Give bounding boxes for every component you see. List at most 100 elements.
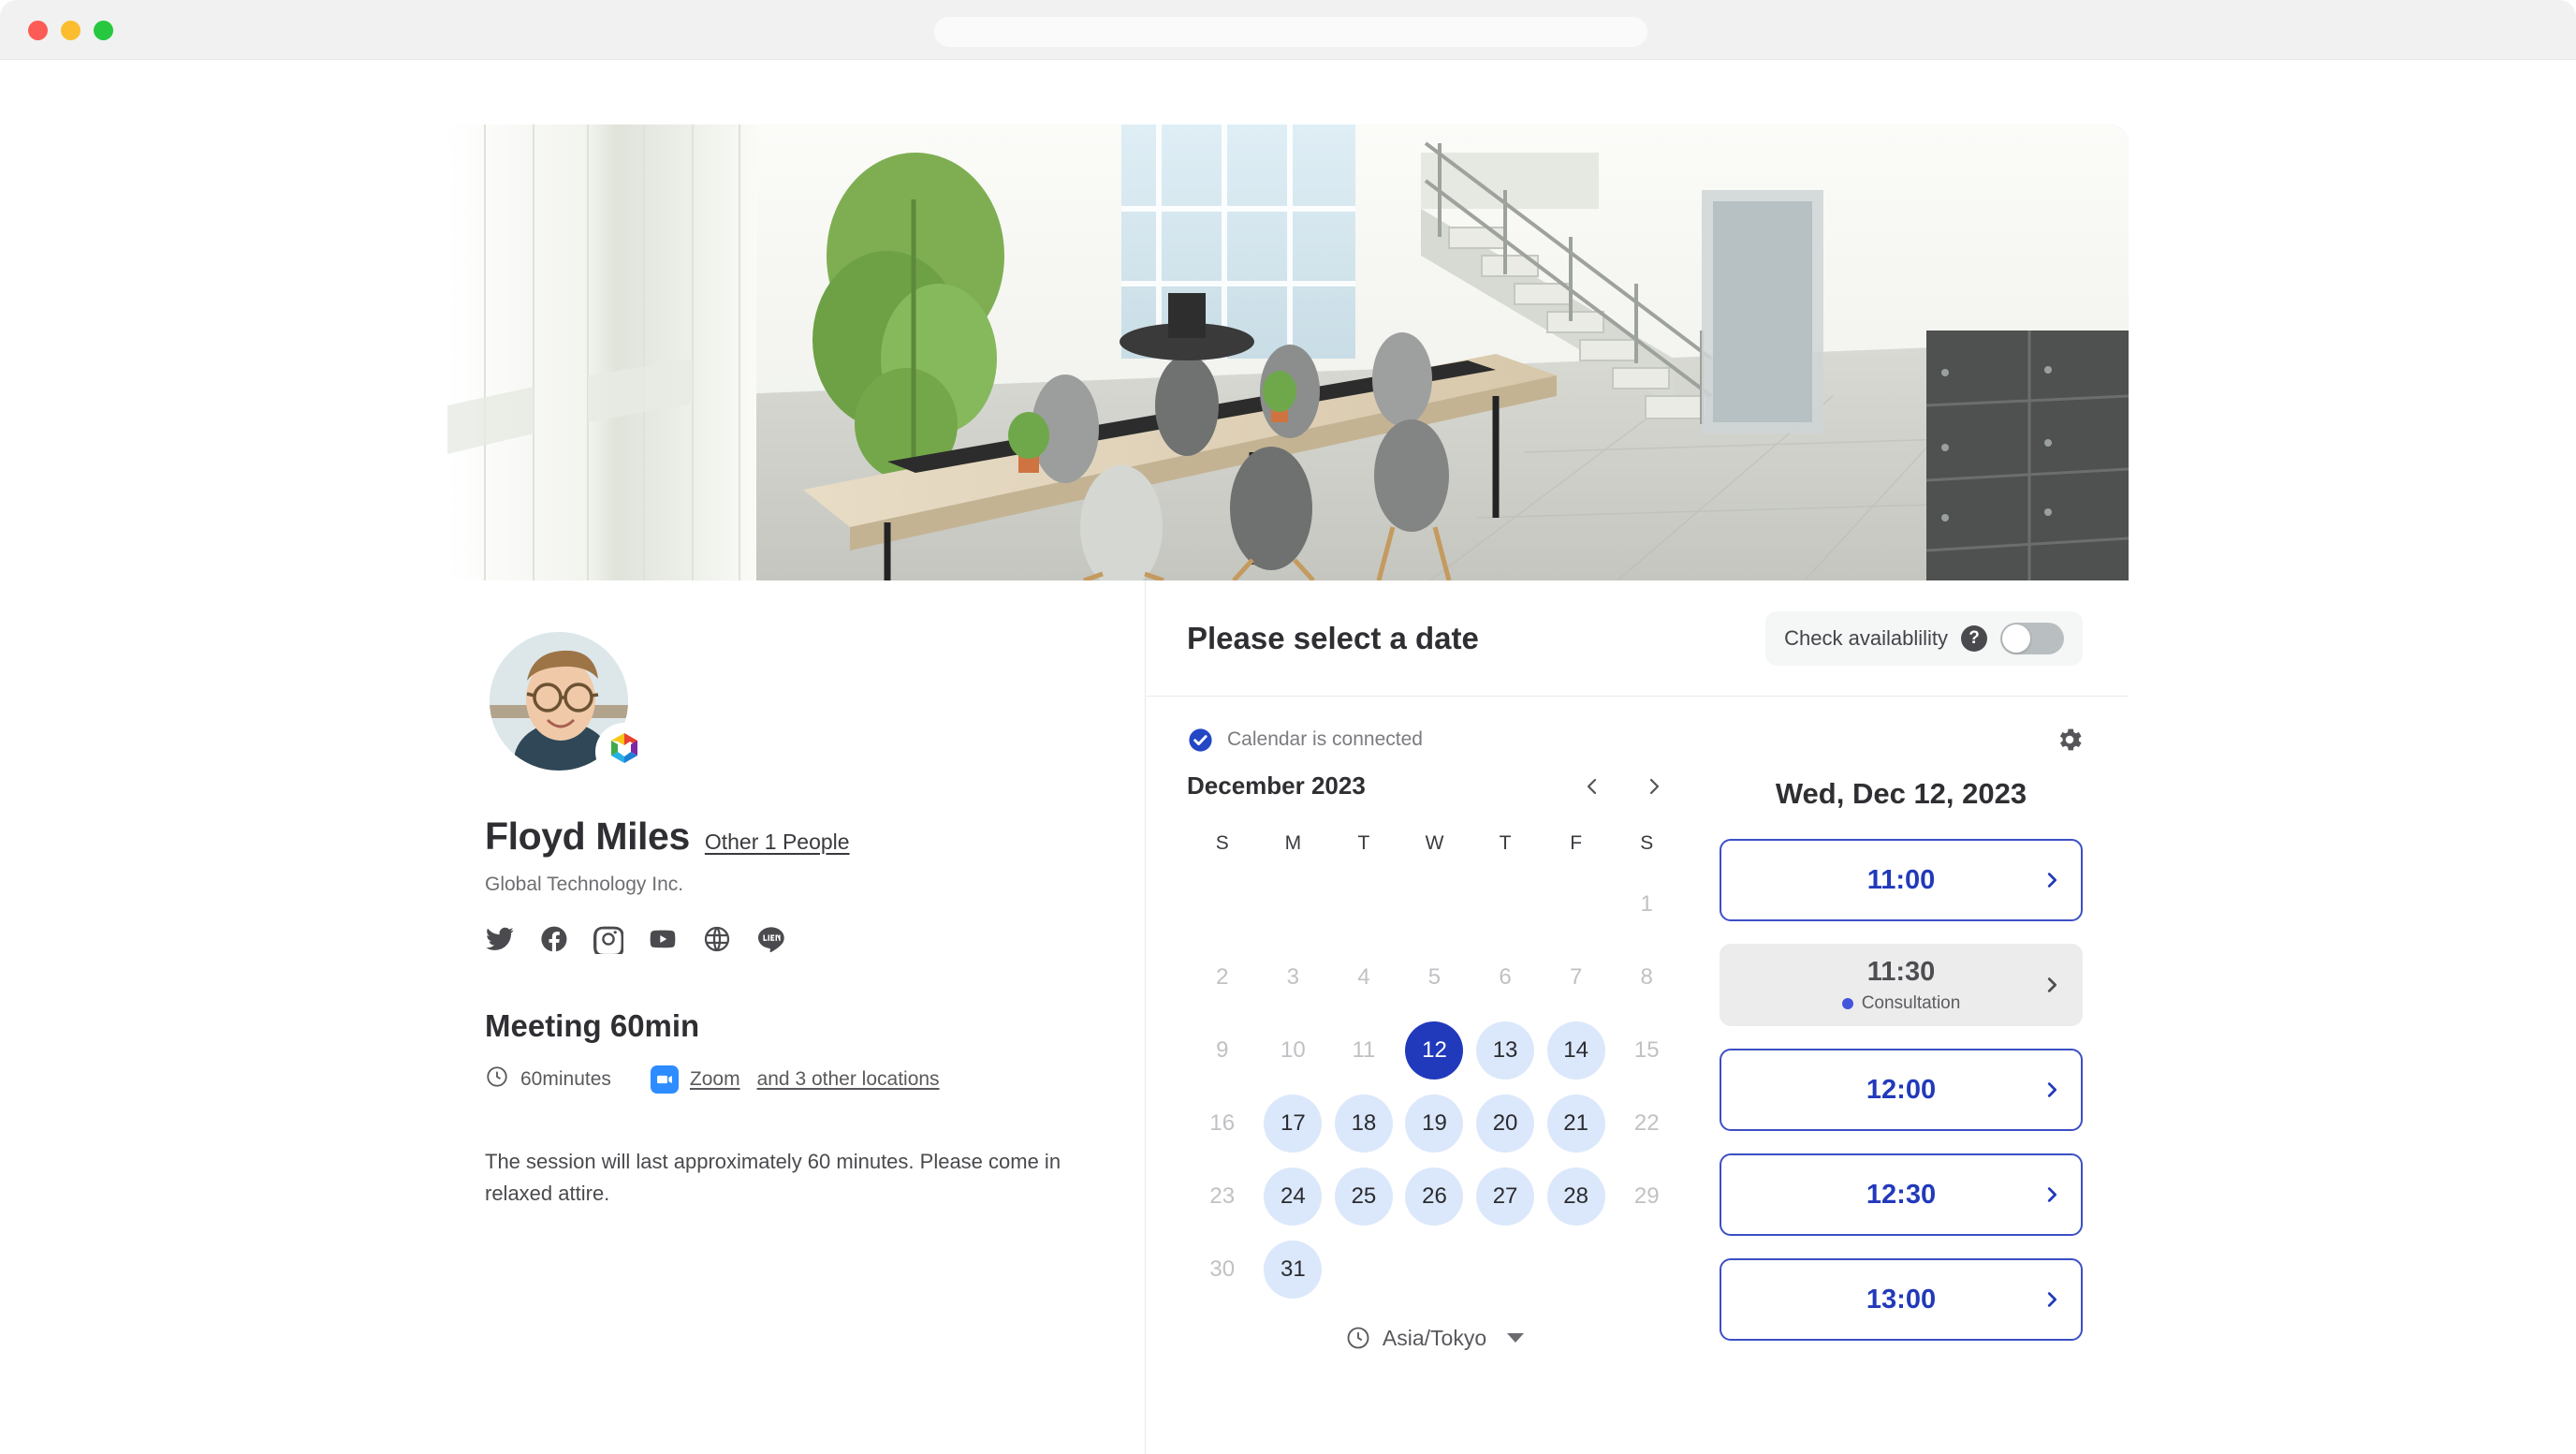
- calendar-day-cell: [1611, 1233, 1682, 1306]
- calendar-day-empty: [1547, 875, 1605, 933]
- select-date-title: Please select a date: [1187, 620, 1479, 655]
- calendar-day-cell: [1470, 868, 1541, 941]
- close-window-button[interactable]: [28, 21, 48, 40]
- calendar-day-24[interactable]: 24: [1264, 1168, 1323, 1226]
- calendar-day-27[interactable]: 27: [1476, 1168, 1535, 1226]
- time-slot-subtitle-label: Consultation: [1861, 992, 1961, 1013]
- calendar-status-left: Calendar is connected: [1187, 727, 1423, 754]
- time-slot-inner: 13:00: [1866, 1285, 1936, 1315]
- selected-date-title: Wed, Dec 12, 2023: [1775, 777, 2027, 810]
- line-icon[interactable]: [756, 924, 786, 954]
- chevron-right-icon: [2042, 1079, 2062, 1100]
- clock-icon: [485, 1065, 509, 1094]
- calendar-day-cell: 13: [1470, 1014, 1541, 1087]
- chevron-right-icon: [2042, 1289, 2062, 1310]
- calendar-day-cell: [1399, 868, 1471, 941]
- time-slot-1100[interactable]: 11:00: [1720, 839, 2083, 921]
- clock-icon: [1345, 1325, 1371, 1351]
- calendar-day-28[interactable]: 28: [1546, 1168, 1605, 1226]
- calendar-day-cell: [1541, 868, 1612, 941]
- calendar-day-18[interactable]: 18: [1334, 1094, 1393, 1153]
- calendar-day-cell: 6: [1470, 941, 1541, 1014]
- calendar-day-cell: [1541, 1233, 1612, 1306]
- check-availability-group[interactable]: Check availablility ?: [1765, 610, 2083, 666]
- time-slot-1300[interactable]: 13:00: [1720, 1258, 2083, 1341]
- calendar-day-13[interactable]: 13: [1476, 1021, 1535, 1079]
- other-locations-link[interactable]: and 3 other locations: [757, 1068, 940, 1091]
- calendar-day-9: 9: [1216, 1037, 1229, 1063]
- calendar-weekday-6: S: [1640, 832, 1654, 854]
- calendar-day-5: 5: [1427, 964, 1442, 990]
- gear-icon[interactable]: [2055, 725, 2085, 755]
- calendar-nav-buttons: [1581, 775, 1665, 798]
- chevron-left-icon[interactable]: [1581, 775, 1603, 798]
- caret-down-icon[interactable]: [1507, 1333, 1525, 1343]
- youtube-icon[interactable]: [648, 924, 678, 954]
- calendar-day-cell: [1328, 868, 1399, 941]
- company-name: Global Technology Inc.: [485, 874, 684, 895]
- calendar-weekday-1: M: [1284, 832, 1302, 854]
- question-mark-icon[interactable]: ?: [1961, 624, 1987, 652]
- time-slot-1130: 11:30 Consultation: [1720, 944, 2083, 1026]
- calendar-day-19[interactable]: 19: [1405, 1094, 1464, 1153]
- calendar-day-12[interactable]: 12: [1405, 1021, 1464, 1079]
- calendar-day-4: 4: [1357, 964, 1370, 990]
- calendar-nav-row: December 2023: [1187, 771, 1682, 800]
- calendar-weekday-3: W: [1425, 832, 1444, 854]
- calendar-day-6: 6: [1499, 964, 1512, 990]
- twitter-icon[interactable]: [485, 924, 515, 954]
- instagram-icon[interactable]: [593, 924, 623, 954]
- calendar-day-cell: 31: [1258, 1233, 1329, 1306]
- time-slot-1230[interactable]: 12:30: [1720, 1153, 2083, 1236]
- calendar-day-2: 2: [1216, 964, 1229, 990]
- profile-panel: Floyd Miles Other 1 People Global Techno…: [447, 580, 1146, 1454]
- timezone-selector[interactable]: Asia/Tokyo: [1187, 1325, 1682, 1351]
- chevron-right-icon[interactable]: [1643, 775, 1665, 798]
- page-surface: Floyd Miles Other 1 People Global Techno…: [0, 60, 2576, 1454]
- calendar-day-cell: 30: [1187, 1233, 1258, 1306]
- calendar-day-cell: 29: [1611, 1160, 1682, 1233]
- calendar-day-25[interactable]: 25: [1334, 1168, 1393, 1226]
- minimize-window-button[interactable]: [61, 21, 80, 40]
- time-slot-inner: 12:00: [1866, 1075, 1936, 1106]
- calendar-day-29: 29: [1633, 1183, 1660, 1209]
- calendar-weekday-5: F: [1570, 832, 1583, 854]
- booking-card: Floyd Miles Other 1 People Global Techno…: [447, 125, 2129, 1454]
- meeting-description: The session will last approximately 60 m…: [485, 1150, 1061, 1206]
- calendar-day-14[interactable]: 14: [1546, 1021, 1605, 1079]
- chevron-right-icon: [2042, 870, 2062, 890]
- profile-name-row: Floyd Miles Other 1 People: [485, 815, 1107, 859]
- globe-icon[interactable]: [702, 924, 732, 954]
- calendar-day-empty: [1476, 1241, 1534, 1299]
- calendar-weekday-2: T: [1357, 832, 1370, 854]
- calendar-day-cell: 14: [1541, 1014, 1612, 1087]
- meeting-location: Zoom and 3 other locations: [650, 1065, 940, 1094]
- calendar-day-26[interactable]: 26: [1405, 1168, 1464, 1226]
- calendar-day-cell: 1: [1611, 868, 1682, 941]
- calendar-day-cell: 27: [1470, 1160, 1541, 1233]
- calendar-day-15: 15: [1633, 1037, 1660, 1063]
- calendar-day-cell: 15: [1611, 1014, 1682, 1087]
- calendar-day-cell: 24: [1258, 1160, 1329, 1233]
- calendar-day-20[interactable]: 20: [1476, 1094, 1535, 1153]
- calendar-day-21[interactable]: 21: [1546, 1094, 1605, 1153]
- calendar-day-31[interactable]: 31: [1264, 1241, 1323, 1299]
- other-people-link[interactable]: Other 1 People: [705, 830, 850, 855]
- calendar-day-cell: 9: [1187, 1014, 1258, 1087]
- calendar-days-grid: 1 2 3 4 5 6 7 8 9 10 11 12 13 14 15 16 17 18 19 20 21 22 23 24 2…: [1187, 868, 1682, 1306]
- calendar-day-cell: [1470, 1233, 1541, 1306]
- calendar-day-empty: [1193, 875, 1251, 933]
- meeting-title: Meeting 60min: [485, 1008, 700, 1043]
- time-slot-time: 11:30: [1866, 956, 1936, 987]
- calendar-and-slots: December 2023 SMTWTFS 1234 5 6 7 8 9 10 …: [1146, 755, 2128, 1351]
- maximize-window-button[interactable]: [94, 21, 113, 40]
- time-slot-time: 12:30: [1866, 1179, 1937, 1210]
- facebook-icon[interactable]: [539, 924, 569, 954]
- time-slot-1200[interactable]: 12:00: [1720, 1049, 2083, 1131]
- calendar-day-empty: [1547, 1241, 1605, 1299]
- check-availability-toggle[interactable]: [2000, 622, 2064, 654]
- address-bar[interactable]: [934, 17, 1647, 47]
- calendar-day-empty: [1335, 875, 1393, 933]
- scheduling-panel: Please select a date Check availablility…: [1146, 580, 2128, 1454]
- calendar-day-17[interactable]: 17: [1264, 1094, 1323, 1153]
